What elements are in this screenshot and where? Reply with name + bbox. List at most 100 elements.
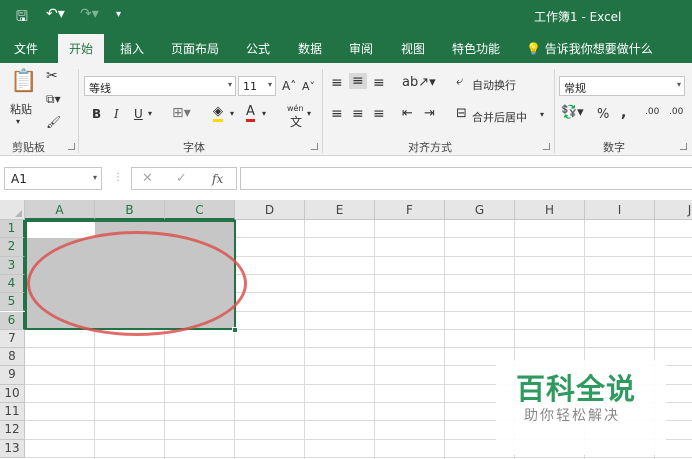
formula-input[interactable] (240, 167, 692, 190)
row-header-13[interactable]: 13 (0, 439, 25, 458)
align-right-icon[interactable]: ≡ (373, 106, 385, 122)
row-header-7[interactable]: 7 (0, 329, 25, 349)
active-cell[interactable] (27, 222, 95, 238)
column-header-i[interactable]: I (585, 200, 655, 220)
decrease-indent-icon[interactable]: ⇤ (402, 106, 413, 121)
row-header-9[interactable]: 9 (0, 366, 25, 385)
number-launcher-icon[interactable] (680, 143, 687, 150)
tell-me-search[interactable]: 💡 告诉我你想要做什么 (526, 40, 653, 57)
tab-special[interactable]: 特色功能 (452, 40, 500, 57)
row-header-1[interactable]: 1 (0, 220, 25, 239)
underline-button[interactable]: U (134, 107, 143, 121)
row-header-5[interactable]: 5 (0, 293, 25, 312)
title-bar: 🖫 ↶▾ ↷▾ ▾ 工作簿1 - Excel (0, 0, 692, 31)
font-name-combo[interactable]: 等线 ▾ (84, 76, 236, 96)
comma-button[interactable]: , (621, 105, 626, 121)
formula-bar-grip-icon[interactable]: ⋮ (113, 172, 123, 183)
bold-button[interactable]: B (92, 107, 101, 121)
row-header-6[interactable]: 6 (0, 311, 25, 330)
column-header-g[interactable]: G (445, 200, 515, 220)
tab-file[interactable]: 文件 (14, 40, 38, 57)
decrease-decimal-button[interactable]: .00 (669, 107, 683, 117)
tab-review[interactable]: 审阅 (349, 40, 373, 57)
column-header-j[interactable]: J (655, 200, 692, 220)
number-format-combo[interactable]: 常规 ▾ (559, 76, 685, 96)
font-size-combo[interactable]: 11 ▾ (238, 76, 276, 96)
orientation-icon[interactable]: ab↗▾ (402, 75, 436, 90)
column-header-d[interactable]: D (235, 200, 305, 220)
insert-function-button[interactable]: fx (212, 172, 223, 186)
row-header-4[interactable]: 4 (0, 274, 25, 294)
align-middle-icon[interactable]: ≡ (349, 73, 367, 89)
grid-row-line (25, 456, 692, 458)
merge-center-button[interactable]: 合并后居中 (472, 109, 527, 125)
column-header-e[interactable]: E (305, 200, 375, 220)
name-box[interactable]: A1 ▾ (4, 167, 102, 190)
enter-icon[interactable]: ✓ (176, 171, 187, 186)
row-header-2[interactable]: 2 (0, 238, 25, 257)
row-header-8[interactable]: 8 (0, 348, 25, 367)
wrap-text-icon[interactable]: ⤶ (456, 74, 463, 89)
phonetic-dropdown-icon[interactable]: ▾ (307, 109, 311, 118)
align-top-icon[interactable]: ≡ (331, 75, 343, 91)
column-header-a[interactable]: A (25, 200, 95, 220)
underline-dropdown-icon[interactable]: ▾ (148, 109, 152, 118)
increase-decimal-button[interactable]: .00 (645, 107, 659, 117)
align-bottom-icon[interactable]: ≡ (373, 75, 385, 91)
shrink-font-button[interactable]: A˅ (302, 80, 315, 93)
tab-insert[interactable]: 插入 (120, 40, 144, 57)
paste-dropdown-icon[interactable]: ▾ (16, 117, 20, 126)
italic-button[interactable]: I (114, 107, 119, 121)
alignment-group-label: 对齐方式 (408, 141, 452, 154)
column-header-h[interactable]: H (515, 200, 585, 220)
wrap-text-button[interactable]: 自动换行 (472, 77, 516, 93)
tab-formulas[interactable]: 公式 (246, 40, 270, 57)
grow-font-button[interactable]: A˄ (282, 79, 296, 93)
tab-page-layout[interactable]: 页面布局 (171, 40, 219, 57)
column-header-c[interactable]: C (165, 200, 235, 220)
chevron-down-icon: ▾ (92, 173, 97, 182)
font-color-icon[interactable]: A (246, 105, 255, 122)
row-header-12[interactable]: 12 (0, 421, 25, 440)
window-title: 工作簿1 - Excel (534, 10, 622, 24)
select-all-corner[interactable] (0, 200, 25, 220)
paste-icon[interactable]: 📋 (10, 69, 37, 94)
percent-button[interactable]: % (597, 107, 609, 122)
merge-center-icon[interactable]: ⊟ (456, 106, 467, 121)
row-header-3[interactable]: 3 (0, 256, 25, 275)
row-header-11[interactable]: 11 (0, 403, 25, 422)
watermark-subtitle: 助你轻松解决 (524, 408, 620, 424)
alignment-launcher-icon[interactable] (543, 143, 550, 150)
fill-handle[interactable] (232, 327, 238, 333)
annotation-circle (27, 231, 247, 336)
redo-icon[interactable]: ↷▾ (80, 6, 99, 22)
row-header-10[interactable]: 10 (0, 384, 25, 403)
clipboard-launcher-icon[interactable] (68, 143, 75, 150)
border-icon[interactable]: ⊞▾ (172, 105, 191, 121)
cut-icon[interactable]: ✂ (46, 68, 58, 84)
increase-indent-icon[interactable]: ⇥ (424, 106, 435, 121)
customize-qat-icon[interactable]: ▾ (116, 9, 121, 20)
group-separator (78, 69, 79, 153)
worksheet-grid[interactable]: JIHGFEDCBA 百科全说 助你轻松解决 1 2 3 4 5 6 7 8 9 10 11 12 13 (0, 200, 692, 459)
column-header-b[interactable]: B (95, 200, 165, 220)
column-header-f[interactable]: F (375, 200, 445, 220)
save-icon[interactable]: 🖫 (16, 6, 28, 30)
tab-view[interactable]: 视图 (401, 40, 425, 57)
copy-icon[interactable]: ⧉▾ (46, 92, 61, 107)
format-painter-icon[interactable]: 🖌 (46, 115, 61, 129)
paste-button[interactable]: 粘贴 (10, 101, 32, 117)
merge-dropdown-icon[interactable]: ▾ (540, 110, 544, 119)
align-center-icon[interactable]: ≡ (352, 106, 364, 122)
cancel-icon[interactable]: ✕ (142, 171, 153, 186)
accounting-format-icon[interactable]: 💱▾ (561, 105, 584, 120)
tab-home[interactable]: 开始 (58, 34, 105, 63)
font-color-dropdown-icon[interactable]: ▾ (262, 109, 266, 118)
phonetic-button[interactable]: wén (287, 104, 304, 113)
font-launcher-icon[interactable] (311, 143, 318, 150)
align-left-icon[interactable]: ≡ (331, 106, 343, 122)
fill-color-dropdown-icon[interactable]: ▾ (230, 109, 234, 118)
fill-color-icon[interactable]: ◈ (213, 105, 223, 122)
tab-data[interactable]: 数据 (298, 40, 322, 57)
undo-icon[interactable]: ↶▾ (46, 6, 65, 22)
